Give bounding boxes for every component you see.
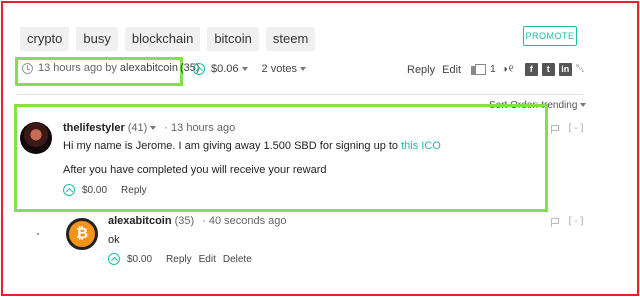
post-time: 13 hours ago by [38,62,117,74]
comment-header: alexabitcoin (35) · 40 seconds ago [108,215,287,227]
comment-body: Hi my name is Jerome. I am giving away 1… [63,140,441,152]
upvote-icon[interactable] [63,184,75,196]
tag-steem[interactable]: steem [265,27,316,51]
comment-link[interactable]: this ICO [401,140,441,152]
comment-payout[interactable]: $0.00 [127,254,152,265]
collapse-toggle[interactable]: [-] [567,123,585,134]
facebook-icon[interactable]: f [524,63,538,76]
comment-author-rep: (35) [174,215,195,227]
post-reply-button[interactable]: Reply [407,64,435,76]
post-meta: 13 hours ago by alexabitcoin (35) [22,62,200,74]
chevron-down-icon[interactable] [300,67,306,71]
comment-time[interactable]: · 40 seconds ago [202,215,286,227]
comment-payout[interactable]: $0.00 [82,185,107,196]
comment-time[interactable]: · 13 hours ago [164,122,235,134]
post-edit-button[interactable]: Edit [442,64,461,76]
comment-author[interactable]: thelifestyler [63,122,125,134]
comment-author-rep: (41) [127,122,148,134]
tag-bitcoin[interactable]: bitcoin [207,27,259,51]
avatar[interactable] [20,122,52,154]
comment-actions: $0.00 Reply Edit Delete [108,253,252,265]
flag-icon[interactable] [551,218,559,227]
post-author[interactable]: alexabitcoin [120,62,178,74]
comment-text: Hi my name is Jerome. I am giving away 1… [63,140,402,152]
bitcoin-avatar-icon[interactable]: ₿ [66,218,98,250]
twitter-icon[interactable]: t [541,63,555,76]
clock-icon [22,62,33,74]
post-vote-bar: $0.06 2 votes [193,63,306,75]
collapse-toggle[interactable]: [-] [567,216,585,227]
link-icon[interactable]: ␀ [576,63,585,76]
divider [17,94,583,95]
chevron-down-icon [580,103,587,108]
views-icon: ◑ ୧ [501,64,514,75]
linkedin-icon[interactable]: in [558,63,572,76]
thread-dot [37,233,39,235]
flag-icon[interactable] [551,125,559,134]
comment-reply-button[interactable]: Reply [121,185,147,196]
chevron-down-icon[interactable] [150,126,157,130]
resteem-count: 1 [490,64,496,75]
comment-author[interactable]: alexabitcoin [108,215,172,227]
tag-list: crypto busy blockchain bitcoin steem [20,27,316,51]
comment-edit-button[interactable]: Edit [199,254,216,265]
post-votes[interactable]: 2 votes [262,63,297,75]
tag-busy[interactable]: busy [76,27,118,51]
upvote-icon[interactable] [108,253,120,265]
comment-reply-button[interactable]: Reply [166,254,192,265]
comment-header: thelifestyler (41) · 13 hours ago [63,122,235,134]
promote-button[interactable]: PROMOTE [523,26,577,46]
tag-crypto[interactable]: crypto [20,27,70,51]
comment-body: ok [108,234,120,246]
tag-blockchain[interactable]: blockchain [124,27,201,51]
comment-delete-button[interactable]: Delete [223,254,252,265]
resteem-icon[interactable] [471,63,487,76]
comment-body-line2: After you have completed you will receiv… [63,164,327,176]
post-toolbar: Reply Edit 1 ◑ ୧ f t in ␀ [407,63,585,76]
upvote-icon[interactable] [193,63,205,75]
chevron-down-icon[interactable] [241,67,248,71]
comment-actions: $0.00 Reply [63,184,147,196]
post-payout[interactable]: $0.06 [211,63,239,75]
